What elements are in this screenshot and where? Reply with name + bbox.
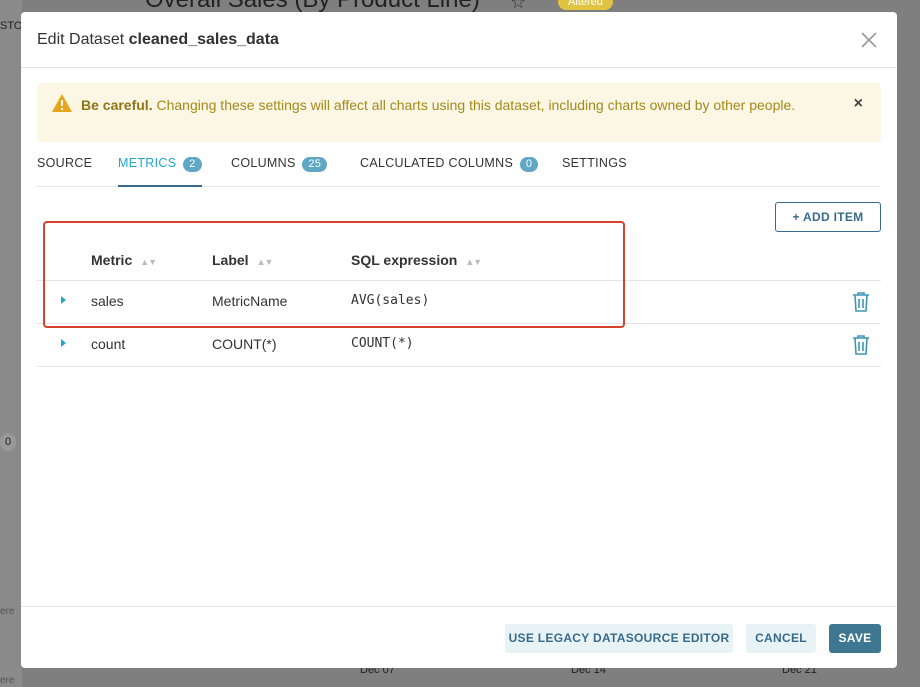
warning-icon bbox=[52, 94, 72, 112]
table-row[interactable]: count COUNT(*) COUNT(*) bbox=[37, 324, 881, 367]
table-header-row: Metric ▲▼ Label ▲▼ SQL expression ▲▼ bbox=[37, 240, 881, 281]
tab-label: SOURCE bbox=[37, 156, 93, 170]
edit-dataset-modal: Edit Dataset cleaned_sales_data Be caref… bbox=[21, 12, 897, 668]
alert-close-icon[interactable]: × bbox=[854, 95, 863, 113]
column-header-metric[interactable]: Metric ▲▼ bbox=[91, 252, 157, 268]
trash-icon[interactable] bbox=[851, 291, 871, 313]
save-button[interactable]: SAVE bbox=[829, 624, 881, 653]
dataset-name: cleaned_sales_data bbox=[128, 31, 279, 48]
sql-expression-cell[interactable]: AVG(sales) bbox=[351, 293, 429, 308]
tab-bar: SOURCE METRICS 2 COLUMNS 25 CALCULATED C… bbox=[37, 152, 881, 187]
tab-label: METRICS bbox=[118, 156, 177, 170]
expand-row-icon[interactable] bbox=[61, 296, 66, 304]
tab-source[interactable]: SOURCE bbox=[37, 156, 92, 185]
background-placeholder-fragment: ere bbox=[0, 606, 15, 617]
alert-bold-text: Be careful. bbox=[81, 97, 153, 113]
warning-alert: Be careful. Changing these settings will… bbox=[37, 83, 881, 142]
metric-name-cell[interactable]: count bbox=[91, 336, 125, 352]
trash-icon[interactable] bbox=[851, 334, 871, 356]
modal-title-prefix: Edit Dataset bbox=[37, 31, 129, 48]
tab-metrics[interactable]: METRICS 2 bbox=[118, 156, 202, 187]
tab-label: COLUMNS bbox=[231, 156, 296, 170]
add-item-label: ADD ITEM bbox=[803, 210, 864, 224]
column-header-label[interactable]: Label ▲▼ bbox=[212, 252, 274, 268]
background-side-fragment: STO bbox=[0, 20, 23, 32]
metrics-table: Metric ▲▼ Label ▲▼ SQL expression ▲▼ sales … bbox=[37, 240, 881, 367]
column-header-label: Metric bbox=[91, 252, 133, 268]
sort-icon: ▲▼ bbox=[465, 257, 482, 267]
tab-settings[interactable]: SETTINGS bbox=[562, 156, 627, 185]
column-header-sql[interactable]: SQL expression ▲▼ bbox=[351, 252, 482, 268]
sort-icon: ▲▼ bbox=[256, 257, 274, 267]
tab-calculated-columns[interactable]: CALCULATED COLUMNS 0 bbox=[360, 156, 539, 185]
table-row[interactable]: sales MetricName AVG(sales) bbox=[37, 281, 881, 324]
background-count-badge: 0 bbox=[0, 433, 16, 451]
plus-icon: + bbox=[792, 210, 800, 224]
alert-message: Be careful. Changing these settings will… bbox=[81, 94, 821, 116]
metric-label-cell[interactable]: COUNT(*) bbox=[212, 336, 277, 352]
tab-columns[interactable]: COLUMNS 25 bbox=[231, 156, 328, 185]
column-header-label: SQL expression bbox=[351, 252, 458, 268]
alert-body-text: Changing these settings will affect all … bbox=[152, 97, 796, 113]
modal-footer: USE LEGACY DATASOURCE EDITOR CANCEL SAVE bbox=[21, 606, 897, 669]
background-placeholder-fragment: ere bbox=[0, 675, 15, 686]
altered-badge: Altered bbox=[558, 0, 613, 10]
legacy-editor-button[interactable]: USE LEGACY DATASOURCE EDITOR bbox=[505, 624, 733, 653]
background-sidebar bbox=[0, 0, 22, 687]
sort-icon: ▲▼ bbox=[140, 257, 157, 267]
tab-count-badge: 25 bbox=[302, 157, 328, 172]
metric-label-cell[interactable]: MetricName bbox=[212, 293, 287, 309]
metric-name-cell[interactable]: sales bbox=[91, 293, 124, 309]
modal-header: Edit Dataset cleaned_sales_data bbox=[21, 12, 897, 68]
sql-expression-cell[interactable]: COUNT(*) bbox=[351, 336, 414, 351]
tab-label: SETTINGS bbox=[562, 156, 627, 170]
add-item-button[interactable]: + ADD ITEM bbox=[775, 202, 881, 232]
close-icon[interactable] bbox=[859, 30, 879, 50]
tab-label: CALCULATED COLUMNS bbox=[360, 156, 514, 170]
tab-count-badge: 2 bbox=[183, 157, 202, 172]
modal-title: Edit Dataset cleaned_sales_data bbox=[37, 31, 279, 49]
tab-count-badge: 0 bbox=[519, 157, 539, 172]
column-header-label: Label bbox=[212, 252, 249, 268]
cancel-button[interactable]: CANCEL bbox=[746, 624, 816, 653]
expand-row-icon[interactable] bbox=[61, 339, 66, 347]
